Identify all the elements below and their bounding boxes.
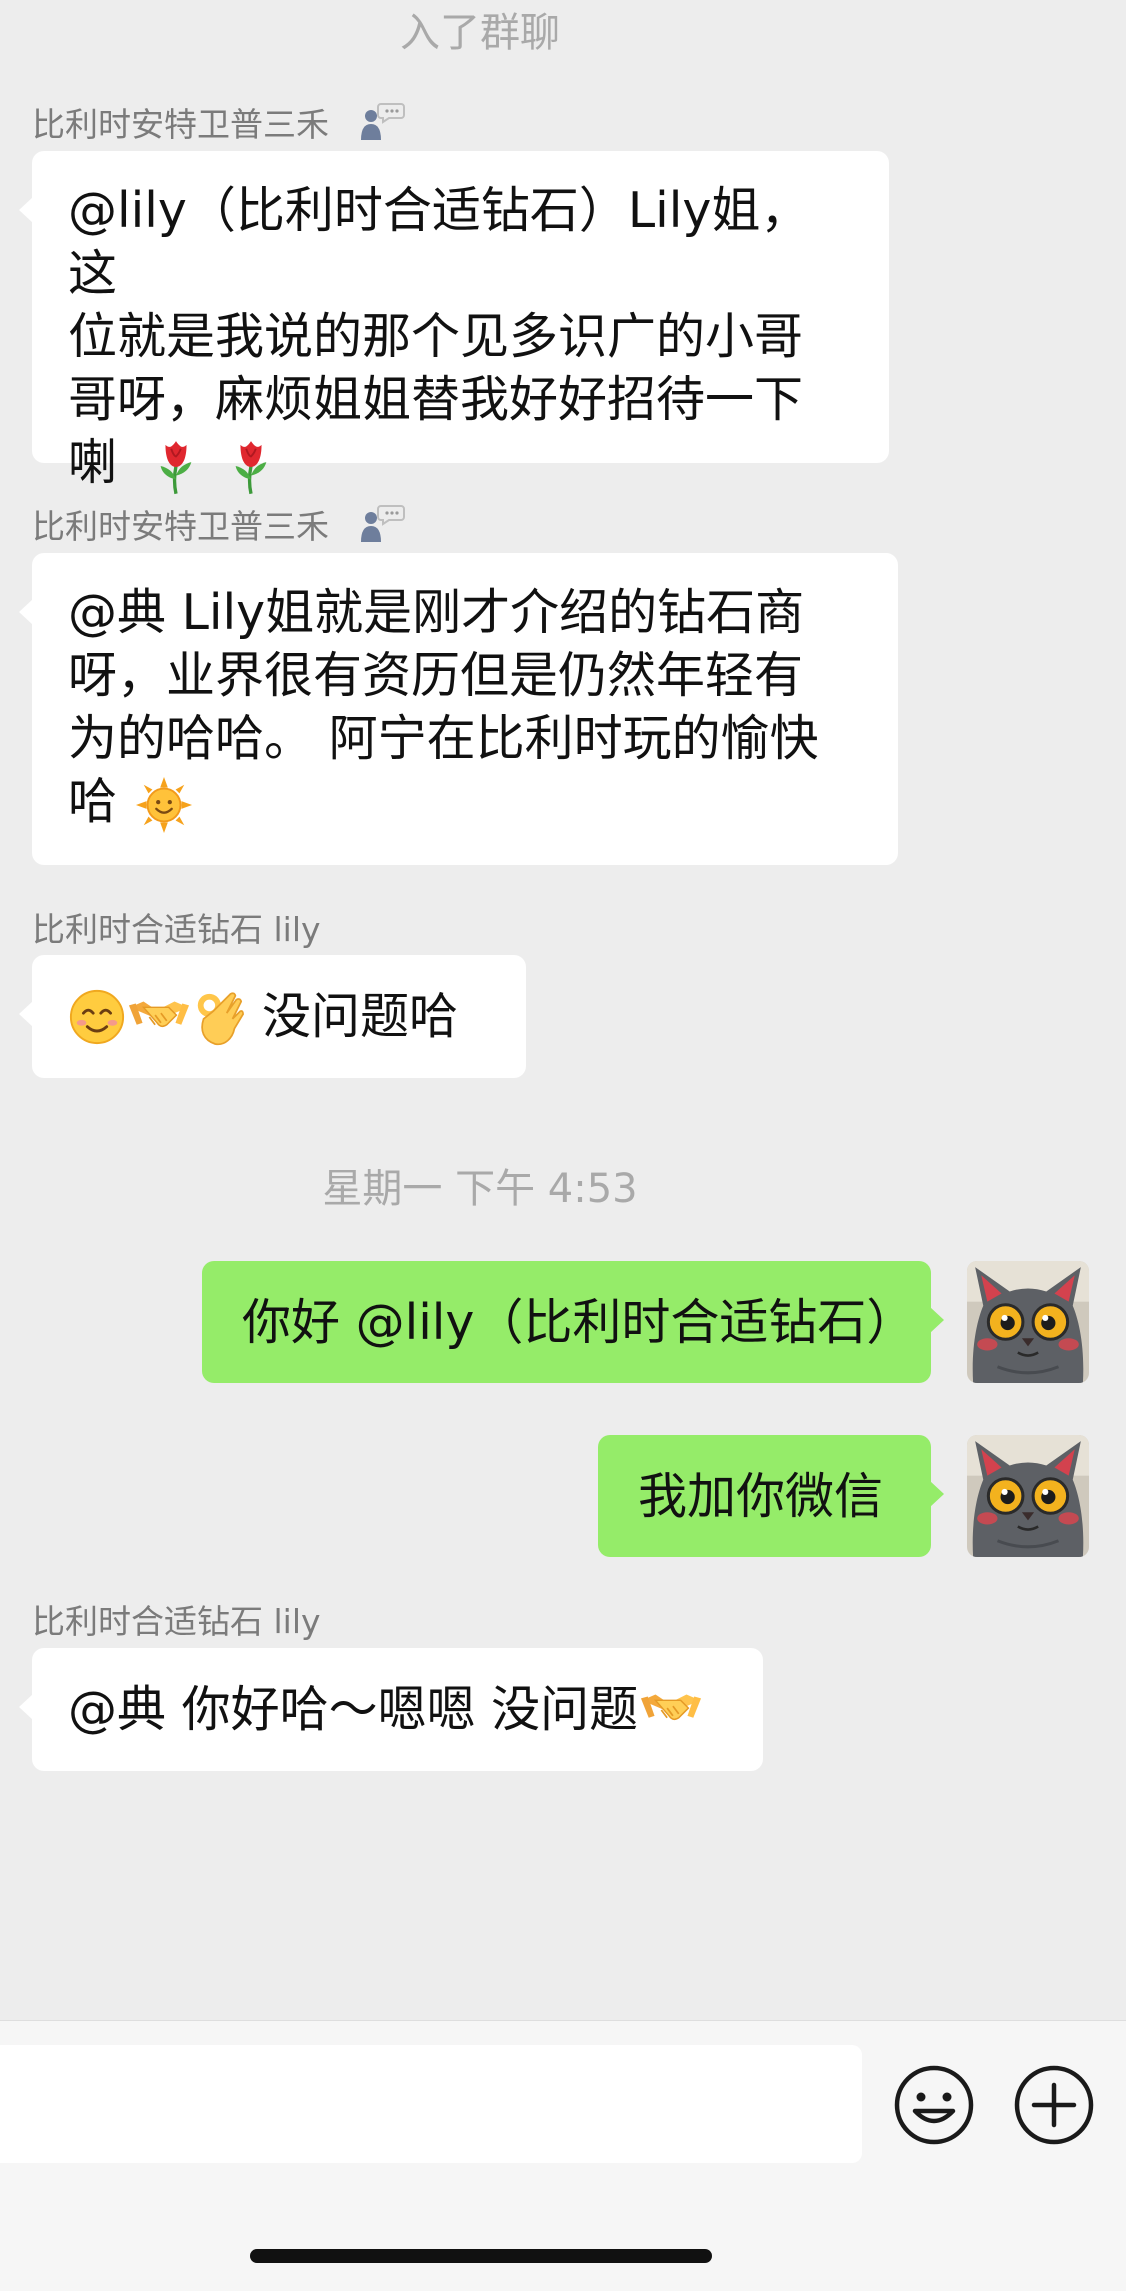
message-input[interactable] (0, 2045, 862, 2163)
system-message: 入了群聊 (400, 10, 560, 56)
message-text-line: @典 Lily姐就是刚才介绍的钻石商 (68, 584, 805, 641)
chat-area[interactable]: 入了群聊 比利时安特卫普三禾 @lily（比利时合适钻石）Lily姐，这 位就是… (0, 0, 1126, 2020)
ok-hand-emoji (192, 986, 246, 1048)
rose-emoji (153, 437, 199, 495)
message-text-line: 哥呀，麻烦姐姐替我好好招待一下 (68, 371, 804, 428)
message-text-line: 喇 (68, 434, 118, 491)
message-text-line: @lily（比利时合适钻石）Lily姐，这 (68, 182, 810, 302)
message-text: 没问题哈 (262, 988, 459, 1045)
message-text: @典 你好哈～嗯嗯 没问题 (68, 1681, 639, 1738)
sender-name: 比利时合适钻石 lily (32, 1602, 321, 1641)
sender-name-row: 比利时安特卫普三禾 (32, 98, 405, 146)
plus-circle-icon[interactable] (1012, 2063, 1096, 2147)
incoming-message-bubble[interactable]: @典 Lily姐就是刚才介绍的钻石商 呀，业界很有资历但是仍然年轻有 为的哈哈。… (19, 553, 898, 865)
sender-name: 比利时合适钻石 lily (32, 910, 321, 949)
handshake-emoji (128, 992, 190, 1042)
home-indicator (250, 2249, 712, 2263)
message-text-line: 为的哈哈。 阿宁在比利时玩的愉快 (68, 710, 819, 767)
message-text-line: 位就是我说的那个见多识广的小哥 (68, 308, 804, 365)
sender-name-row: 比利时安特卫普三禾 (32, 500, 405, 548)
emoji-face-icon[interactable] (892, 2063, 976, 2147)
group-owner-icon (359, 504, 405, 544)
message-text: 你好 @lily（比利时合适钻石） (242, 1293, 916, 1351)
rose-emoji (228, 437, 274, 495)
cat-avatar[interactable] (967, 1261, 1089, 1383)
outgoing-message-bubble[interactable]: 我加你微信 (598, 1435, 944, 1557)
sender-name-row: 比利时合适钻石 lily (32, 903, 321, 951)
cat-avatar[interactable] (967, 1435, 1089, 1557)
smiling-face-emoji (68, 988, 126, 1046)
handshake-emoji (640, 1685, 702, 1735)
sun-emoji (135, 776, 193, 834)
input-bar (0, 2020, 1126, 2291)
incoming-message-bubble[interactable]: @典 你好哈～嗯嗯 没问题 (19, 1648, 763, 1771)
sender-name-row: 比利时合适钻石 lily (32, 1595, 321, 1643)
incoming-message-bubble[interactable]: 没问题哈 (19, 955, 526, 1078)
incoming-message-bubble[interactable]: @lily（比利时合适钻石）Lily姐，这 位就是我说的那个见多识广的小哥 哥呀… (19, 151, 889, 463)
timestamp: 星期一 下午 4:53 (322, 1166, 638, 1212)
sender-name: 比利时安特卫普三禾 (32, 105, 329, 144)
outgoing-message-bubble[interactable]: 你好 @lily（比利时合适钻石） (202, 1261, 944, 1383)
group-owner-icon (359, 102, 405, 142)
message-text-line: 哈 (68, 773, 118, 830)
sender-name: 比利时安特卫普三禾 (32, 507, 329, 546)
message-text-line: 呀，业界很有资历但是仍然年轻有 (68, 647, 804, 704)
message-text: 我加你微信 (638, 1467, 884, 1525)
